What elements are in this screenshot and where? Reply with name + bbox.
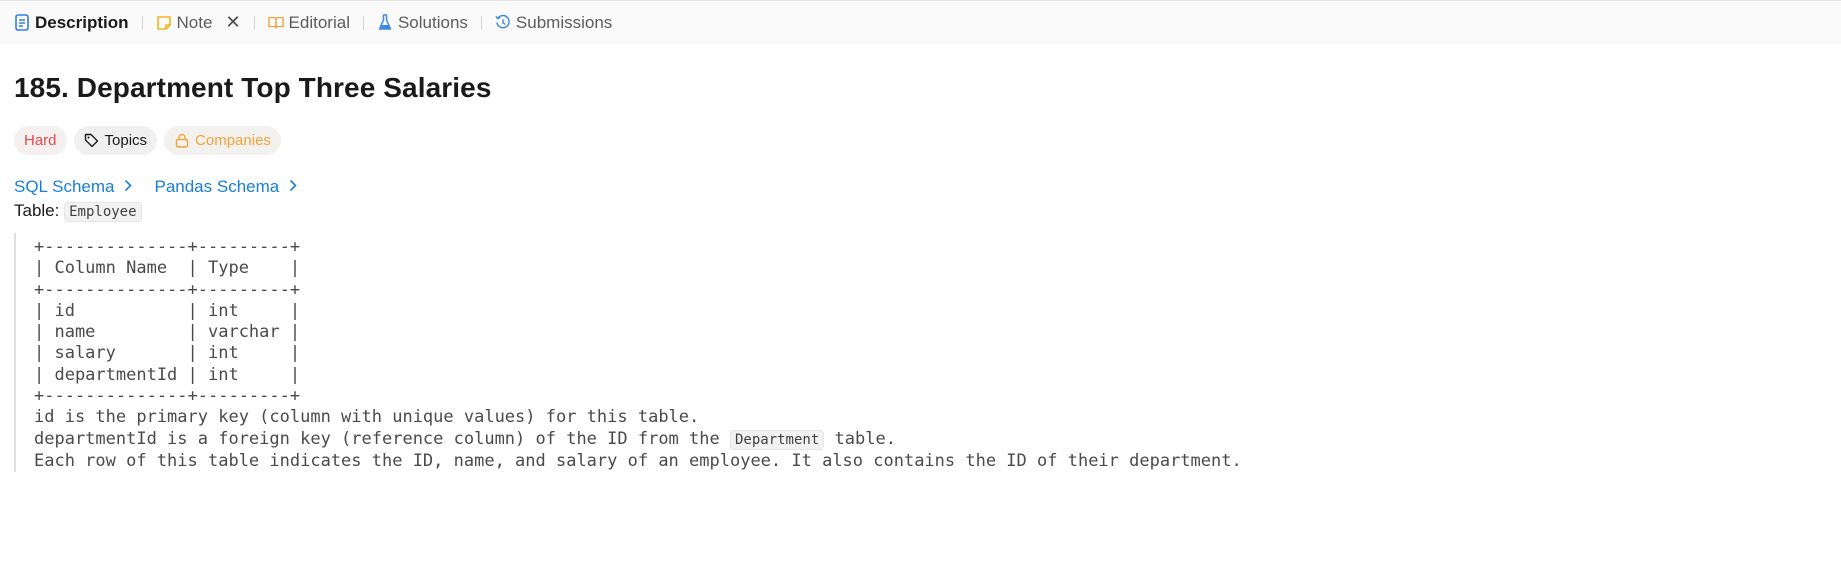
tab-submissions[interactable]: Submissions (493, 13, 614, 33)
topics-label: Topics (104, 132, 148, 149)
schema-border: +--------------+---------+ (34, 237, 301, 257)
history-icon (495, 14, 511, 32)
schema-code-block: +--------------+---------+ | Column Name… (14, 233, 1827, 473)
schema-note-foreign-key: departmentId is a foreign key (reference… (34, 428, 896, 450)
tab-submissions-label: Submissions (515, 12, 613, 32)
chevron-right-icon (289, 177, 297, 197)
book-icon (267, 14, 284, 32)
chevron-right-icon (124, 177, 133, 197)
tab-description[interactable]: Description (12, 13, 131, 33)
problem-content: 185. Department Top Three Salaries Hard … (0, 72, 1841, 473)
tab-description-label: Description (35, 12, 129, 32)
note-icon (156, 14, 172, 32)
lock-icon (174, 132, 190, 150)
companies-label: Companies (195, 132, 271, 149)
table-heading: Table: Employee (14, 201, 1827, 222)
tab-note-label: Note (176, 12, 213, 32)
tab-divider (480, 15, 482, 30)
companies-tag[interactable]: Companies (164, 126, 281, 155)
pandas-schema-label: Pandas Schema (154, 177, 280, 196)
topics-tag[interactable]: Topics (73, 126, 158, 155)
tab-bar: Description Note ✕ Editorial Solutions S… (0, 0, 1841, 44)
tab-divider (141, 15, 143, 30)
table-prefix: Table: (14, 201, 60, 220)
tag-icon (84, 132, 100, 150)
schema-row: | id | int | (34, 300, 301, 321)
schema-links: SQL Schema Pandas Schema (14, 177, 1827, 197)
close-icon[interactable]: ✕ (225, 12, 240, 33)
tab-solutions[interactable]: Solutions (375, 13, 470, 33)
schema-header: | Column Name | Type | (34, 258, 301, 279)
schema-note-primary-key: id is the primary key (column with uniqu… (34, 407, 700, 428)
problem-title: 185. Department Top Three Salaries (14, 72, 492, 103)
schema-note-description: Each row of this table indicates the ID,… (34, 450, 1242, 471)
tab-divider (253, 15, 255, 30)
schema-border: +--------------+---------+ (34, 279, 301, 300)
tab-editorial-label: Editorial (288, 12, 350, 32)
note-text: table. (824, 428, 896, 449)
schema-row: | salary | int | (34, 343, 301, 364)
schema-row: | name | varchar | (34, 322, 301, 343)
tab-editorial[interactable]: Editorial (266, 13, 352, 33)
difficulty-badge[interactable]: Hard (14, 126, 67, 155)
table-name-code: Employee (64, 202, 142, 222)
schema-border: +--------------+---------+ (34, 386, 301, 407)
note-text: departmentId is a foreign key (reference… (34, 428, 730, 449)
tab-divider (362, 15, 364, 30)
department-table-code: Department (729, 429, 825, 450)
flask-icon (377, 14, 393, 32)
tag-row: Hard Topics Companies (14, 126, 1827, 155)
tab-note[interactable]: Note ✕ (154, 12, 243, 33)
sql-schema-link[interactable]: SQL Schema (14, 177, 133, 197)
tab-solutions-label: Solutions (397, 12, 468, 32)
sql-schema-label: SQL Schema (14, 177, 115, 196)
description-icon (14, 14, 30, 32)
schema-row: | departmentId | int | (34, 364, 301, 385)
pandas-schema-link[interactable]: Pandas Schema (154, 177, 297, 197)
